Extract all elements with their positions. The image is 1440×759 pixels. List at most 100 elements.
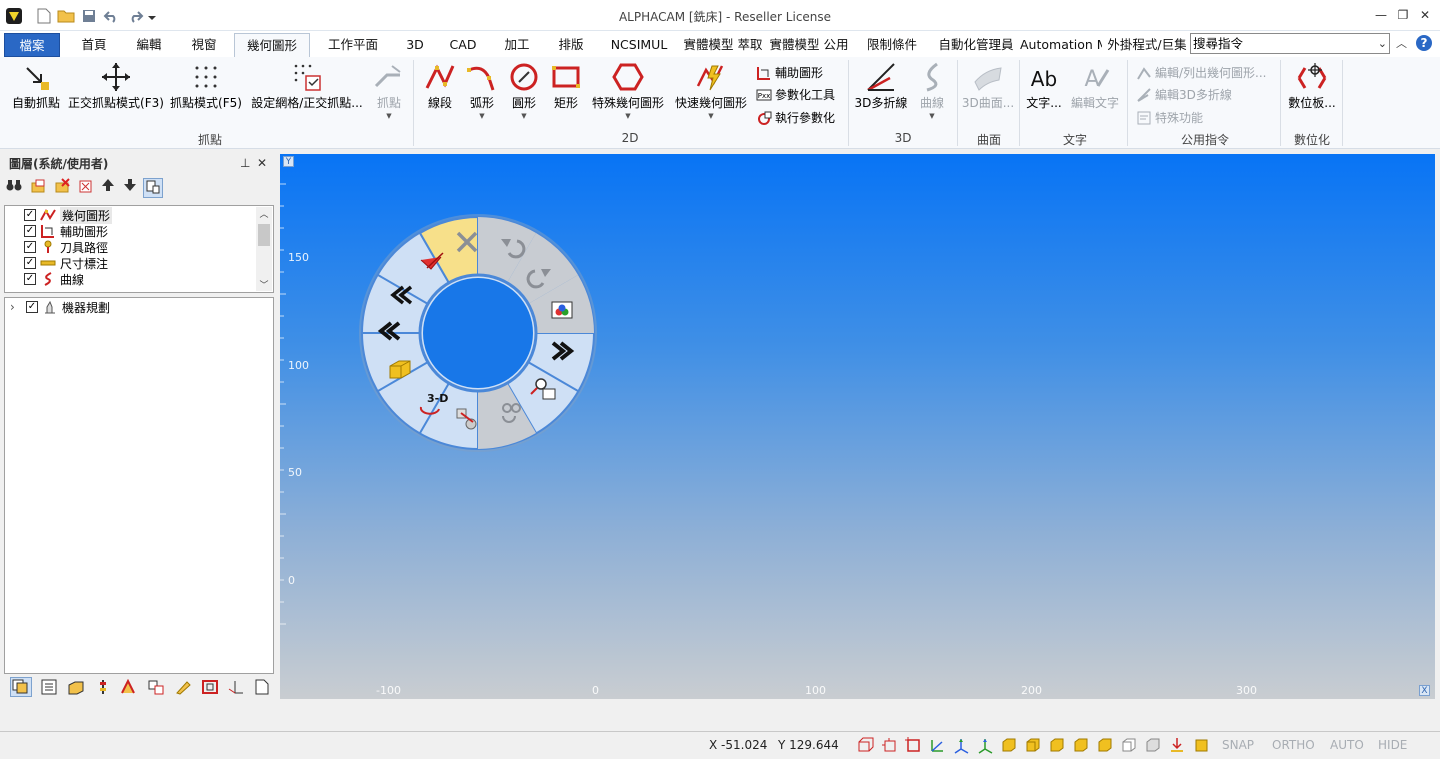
cube-iso-1-icon[interactable]: [1000, 736, 1018, 754]
curve-button[interactable]: 曲線 ▼: [914, 60, 950, 120]
chevron-down-icon: ▼: [521, 112, 527, 120]
cube-wire-icon[interactable]: [1120, 736, 1138, 754]
solid-view-icon[interactable]: [67, 679, 85, 698]
special-geometry-button[interactable]: 特殊幾何圖形 ▼: [588, 60, 668, 120]
delete-layer-icon[interactable]: [52, 178, 72, 198]
chevron-down-icon[interactable]: ⌄: [1378, 34, 1387, 53]
search-commands-input[interactable]: 搜尋指令 ⌄: [1190, 33, 1390, 54]
clear-layer-icon[interactable]: [76, 178, 96, 198]
cube-hidden-icon[interactable]: [1144, 736, 1162, 754]
layers-view-icon[interactable]: [10, 677, 32, 697]
tool-list-icon[interactable]: [94, 679, 112, 698]
layer-checkbox[interactable]: ✓: [24, 209, 36, 221]
tab-window[interactable]: 視窗: [184, 33, 224, 57]
layer-checkbox[interactable]: ✓: [24, 241, 36, 253]
tab-edit[interactable]: 編輯: [129, 33, 169, 57]
expander-chevron-icon[interactable]: ›: [10, 300, 22, 314]
auto-mode-indicator[interactable]: AUTO: [1330, 738, 1364, 752]
tab-ncsimul[interactable]: NCSIMUL: [606, 33, 672, 57]
tree-item[interactable]: › ✓ 機器規劃: [10, 299, 110, 315]
snap-mode-indicator[interactable]: SNAP: [1222, 738, 1254, 752]
move-up-arrow-icon[interactable]: [98, 178, 118, 198]
axis-yz-icon[interactable]: [976, 736, 994, 754]
circle-button[interactable]: 圓形 ▼: [504, 60, 544, 120]
cube-iso-5-icon[interactable]: [1096, 736, 1114, 754]
edit-text-button[interactable]: A 編輯文字: [1066, 60, 1124, 111]
view-side-icon[interactable]: [904, 736, 922, 754]
tab-file[interactable]: 檔案: [4, 33, 60, 57]
snap-button[interactable]: 抓點 ▼: [371, 60, 407, 120]
operations-icon[interactable]: [120, 678, 138, 698]
tab-automation-manager[interactable]: 自動化管理員: [934, 33, 1018, 57]
edit-list-geometry-button[interactable]: 編輯/列出幾何圖形...: [1136, 64, 1267, 81]
param-tool-button[interactable]: Pxx 參數化工具: [756, 86, 835, 103]
tab-3d[interactable]: 3D: [398, 33, 432, 57]
ribbon-collapse-icon[interactable]: ︿: [1396, 35, 1407, 51]
auto-snap-button[interactable]: 自動抓點: [8, 60, 64, 111]
tab-nesting[interactable]: 排版: [550, 33, 592, 57]
tab-home[interactable]: 首頁: [74, 33, 114, 57]
list-item[interactable]: ✓ 輔助圖形: [24, 223, 108, 239]
pin-icon[interactable]: ⊥: [240, 156, 250, 170]
layer-checkbox[interactable]: ✓: [24, 257, 36, 269]
tab-work-plane[interactable]: 工作平面: [320, 33, 386, 57]
document-icon[interactable]: [254, 679, 270, 698]
tab-solid-extract[interactable]: 實體模型 萃取: [680, 33, 766, 57]
move-down-arrow-icon[interactable]: [120, 178, 140, 198]
list-item[interactable]: ✓ 刀具路徑: [24, 239, 108, 255]
rectangle-button[interactable]: 矩形: [546, 60, 586, 111]
tab-cad[interactable]: CAD: [443, 33, 483, 57]
layer-list-scrollbar[interactable]: ︿ ﹀: [256, 207, 272, 291]
yellow-box-icon[interactable]: [1192, 736, 1210, 754]
surface3d-button[interactable]: 3D曲面...: [960, 60, 1016, 111]
work-plane-icon[interactable]: [227, 679, 245, 698]
new-layer-icon[interactable]: [28, 178, 48, 198]
properties-view-icon[interactable]: [40, 679, 58, 698]
tablet-button[interactable]: 數位板...: [1286, 60, 1338, 111]
tree-checkbox[interactable]: ✓: [26, 301, 38, 313]
ortho-snap-button[interactable]: 正交抓點模式(F3): [66, 60, 166, 111]
cube-iso-2-icon[interactable]: [1024, 736, 1042, 754]
find-binoculars-icon[interactable]: [4, 178, 24, 198]
minimize-button[interactable]: —: [1371, 6, 1391, 24]
axis-xy-icon[interactable]: [928, 736, 946, 754]
list-item[interactable]: ✓ 尺寸標注: [24, 255, 108, 271]
grid-settings-button[interactable]: 設定網格/正交抓點...: [246, 60, 368, 111]
special-function-button[interactable]: 特殊功能: [1136, 109, 1203, 126]
text-button[interactable]: Ab 文字...: [1024, 60, 1064, 111]
cube-iso-4-icon[interactable]: [1072, 736, 1090, 754]
hide-mode-indicator[interactable]: HIDE: [1378, 738, 1407, 752]
layer-checkbox[interactable]: ✓: [24, 225, 36, 237]
tab-constraints[interactable]: 限制條件: [858, 33, 926, 57]
list-item[interactable]: ✓ 幾何圖形: [24, 206, 113, 224]
arc-button[interactable]: 弧形 ▼: [462, 60, 502, 120]
layer-properties-icon[interactable]: [143, 178, 163, 198]
edit-polyline3d-button[interactable]: 編輯3D多折線: [1136, 86, 1232, 103]
snap-mode-button[interactable]: 抓點模式(F5): [168, 60, 244, 111]
run-param-button[interactable]: 執行參數化: [756, 109, 835, 126]
pencil-icon[interactable]: [174, 679, 192, 698]
close-button[interactable]: ✕: [1415, 6, 1435, 24]
tab-solid-utility[interactable]: 實體模型 公用: [767, 33, 851, 57]
tab-machining[interactable]: 加工: [496, 33, 538, 57]
tab-geometry[interactable]: 幾何圖形: [234, 33, 310, 58]
tab-addins-macros[interactable]: 外掛程式/巨集: [1105, 33, 1189, 57]
list-item[interactable]: ✓ 曲線: [24, 271, 84, 287]
frame-icon[interactable]: [201, 679, 219, 698]
tab-automation-m[interactable]: Automation M: [1020, 33, 1102, 57]
help-icon[interactable]: ?: [1415, 34, 1433, 55]
line-button[interactable]: 線段: [420, 60, 460, 111]
cube-iso-3-icon[interactable]: [1048, 736, 1066, 754]
quick-geometry-button[interactable]: 快速幾何圖形 ▼: [670, 60, 752, 120]
ortho-mode-indicator[interactable]: ORTHO: [1272, 738, 1315, 752]
view-top-icon[interactable]: [856, 736, 874, 754]
close-panel-icon[interactable]: ✕: [257, 156, 267, 170]
view-front-icon[interactable]: [880, 736, 898, 754]
layer-checkbox[interactable]: ✓: [24, 273, 36, 285]
aux-geometry-button[interactable]: 輔助圖形: [756, 64, 823, 81]
nesting-icon[interactable]: [147, 679, 165, 698]
restore-button[interactable]: ❐: [1393, 6, 1413, 24]
axis-xz-icon[interactable]: [952, 736, 970, 754]
work-plane-arrow-icon[interactable]: [1168, 736, 1186, 754]
polyline3d-button[interactable]: 3D多折線: [852, 60, 910, 111]
